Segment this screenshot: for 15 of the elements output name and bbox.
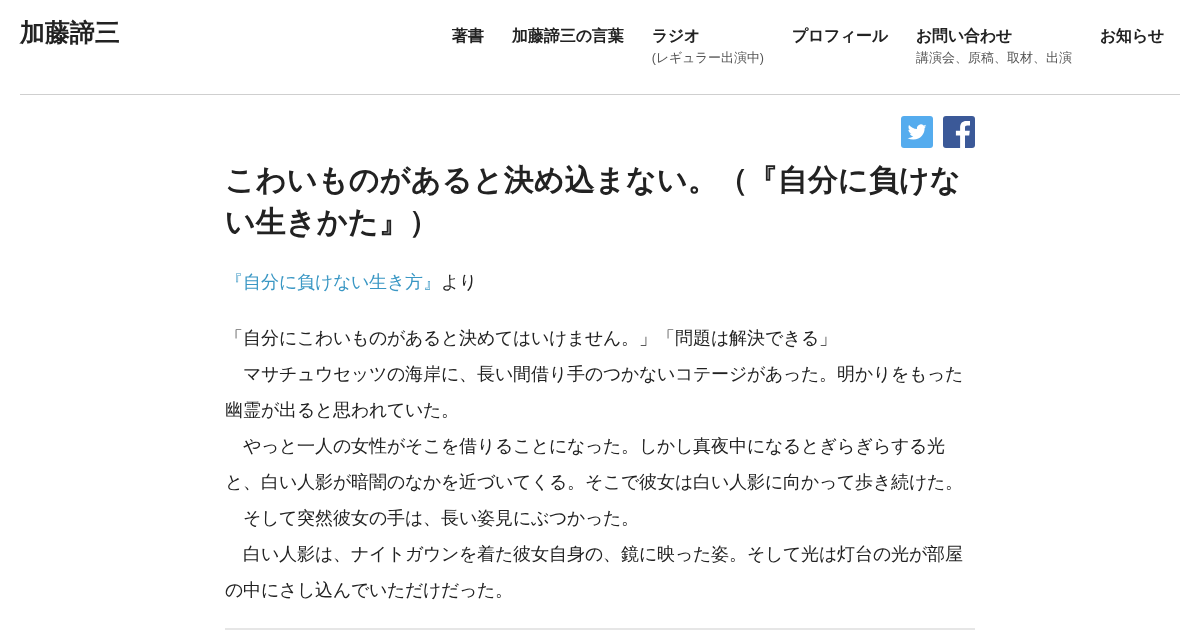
body-paragraph: 白い人影は、ナイトガウンを着た彼女自身の、鏡に映った姿。そして光は灯台の光が部屋の中にさし込んでいただけだった。 — [225, 543, 964, 602]
nav-link[interactable]: お知らせ — [1100, 26, 1164, 66]
body-paragraph: 「自分にこわいものがあると決めてはいけません。」「問題は解決できる」 — [225, 327, 838, 350]
site-logo[interactable]: 加藤諦三 — [20, 17, 120, 47]
nav-link[interactable]: プロフィール — [792, 26, 888, 66]
facebook-icon[interactable] — [943, 116, 975, 148]
nav-link[interactable]: 著書 — [451, 26, 484, 66]
nav-link[interactable]: ラジオ (レギュラー出演中) — [651, 26, 764, 66]
body-paragraph: そして突然彼女の手は、長い姿見にぶつかった。 — [242, 507, 640, 530]
source-suffix: より — [441, 272, 477, 292]
nav-link[interactable]: お問い合わせ 講演会、原稿、取材、出演 — [916, 26, 1072, 66]
body-paragraph: やっと一人の女性がそこを借りることになった。しかし真夜中になるとぎらぎらする光と、白い人影が暗闇のなかを近づいてくる。そこで彼女は白い人影に向かって歩き続けた。 — [225, 435, 964, 494]
article-title: こわいものがあると決め込まない。（『自分に負けない生きかた』） — [225, 162, 962, 240]
body-paragraph: マサチュウセッツの海岸に、長い間借り手のつかないコテージがあった。明かりをもった幽霊が出ると思われていた。 — [225, 363, 964, 422]
nav-link[interactable]: 加藤諦三の言葉 — [511, 26, 624, 66]
